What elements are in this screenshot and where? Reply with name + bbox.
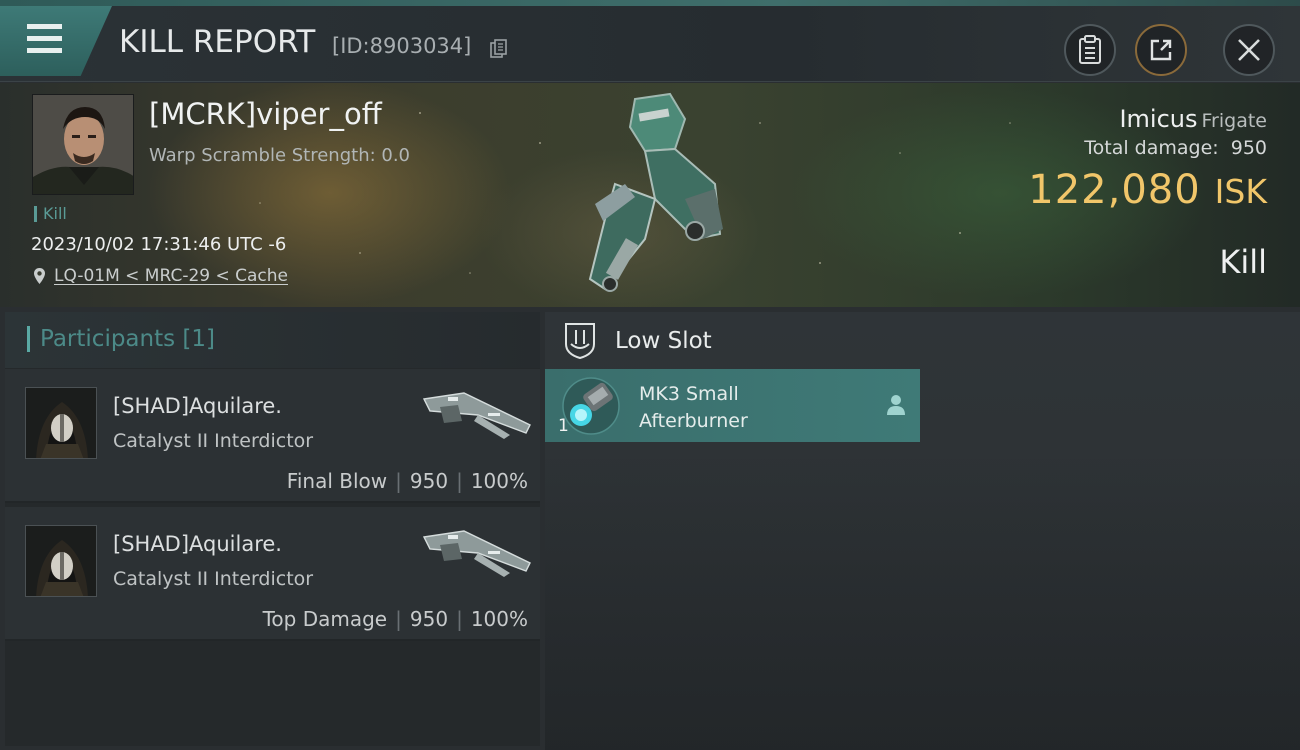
participant-damage: 950: [409, 607, 449, 631]
victim-ship-name: Imicus: [1119, 105, 1198, 133]
participant-damage: 950: [409, 469, 449, 493]
report-id: [ID:8903034]: [332, 34, 472, 58]
close-button[interactable]: [1223, 24, 1275, 76]
module-name-line2: Afterburner: [639, 410, 748, 432]
module-quantity: 1: [558, 416, 569, 436]
menu-button[interactable]: [0, 6, 112, 76]
location-pin-icon: [34, 268, 45, 284]
participant-percent: 100%: [470, 607, 528, 631]
share-icon: [1150, 39, 1172, 61]
participant-portrait-image: [26, 526, 96, 596]
low-slot-header: Low Slot: [563, 322, 712, 360]
total-damage-value: 950: [1230, 137, 1267, 159]
copy-icon[interactable]: [490, 39, 508, 59]
module-name: MK3 Small Afterburner: [639, 381, 748, 435]
kill-datetime: 2023/10/02 17:31:46 UTC -6: [31, 234, 287, 255]
clipboard-icon: [1079, 35, 1101, 64]
victim-ship-image: [588, 92, 723, 292]
participant-role: Top Damage: [262, 607, 388, 631]
close-icon: [1238, 39, 1260, 61]
warp-scramble-strength: Warp Scramble Strength: 0.0: [149, 145, 411, 166]
participant-ship-image: [422, 392, 531, 439]
participant-name: [SHAD]Aquilare.: [113, 394, 282, 418]
victim-portrait-image: [33, 95, 133, 194]
isk-value: 122,080: [1028, 167, 1201, 213]
notes-button[interactable]: [1064, 24, 1116, 76]
participant-avatar[interactable]: [25, 525, 97, 597]
participant-percent: 100%: [470, 469, 528, 493]
total-damage-label: Total damage:: [1084, 137, 1219, 159]
participant-stats: Top Damage | 950 | 100%: [262, 607, 528, 631]
victim-ship-info: Imicus Frigate Total damage: 950 122,080 I…: [1028, 105, 1267, 213]
page-title: KILL REPORT: [119, 24, 316, 60]
kill-tag: Kill: [34, 206, 67, 222]
low-slot-icon: [565, 323, 595, 360]
person-icon[interactable]: [886, 394, 906, 416]
participants-title: Participants [1]: [40, 326, 215, 352]
participant-portrait-image: [26, 388, 96, 458]
participant-row[interactable]: [SHAD]Aquilare. Catalyst II Interdictor …: [5, 507, 540, 641]
participants-panel: Participants [1] [SHAD]Aquilare. Catalys…: [5, 312, 540, 746]
victim-avatar[interactable]: [32, 94, 134, 195]
victim-name: [MCRK]viper_off: [149, 97, 382, 131]
participant-stats: Final Blow | 950 | 100%: [286, 469, 528, 493]
victim-ship-class: Frigate: [1201, 110, 1267, 132]
participant-role: Final Blow: [286, 469, 388, 493]
participant-name: [SHAD]Aquilare.: [113, 532, 282, 556]
isk-unit: ISK: [1214, 172, 1267, 211]
participants-header: Participants [1]: [5, 312, 540, 368]
victim-summary: [MCRK]viper_off Warp Scramble Strength: …: [0, 83, 1300, 307]
participant-ship: Catalyst II Interdictor: [113, 568, 314, 590]
low-slot-title: Low Slot: [615, 328, 712, 354]
participant-avatar[interactable]: [25, 387, 97, 459]
header-bar: KILL REPORT [ID:8903034]: [0, 6, 1300, 82]
participant-ship: Catalyst II Interdictor: [113, 430, 314, 452]
participants-accent: [27, 326, 30, 352]
module-card[interactable]: 1 MK3 Small Afterburner: [545, 369, 920, 442]
location-text: LQ-01M < MRC-29 < Cache: [54, 266, 288, 286]
module-name-line1: MK3 Small: [639, 383, 739, 405]
participant-row[interactable]: [SHAD]Aquilare. Catalyst II Interdictor …: [5, 369, 540, 503]
location-link[interactable]: LQ-01M < MRC-29 < Cache: [33, 266, 288, 286]
share-button[interactable]: [1135, 24, 1187, 76]
fitting-panel: Low Slot 1 MK3 Small Afterburner: [545, 312, 1300, 750]
result-label: Kill: [1219, 243, 1267, 281]
participant-ship-image: [422, 530, 531, 577]
